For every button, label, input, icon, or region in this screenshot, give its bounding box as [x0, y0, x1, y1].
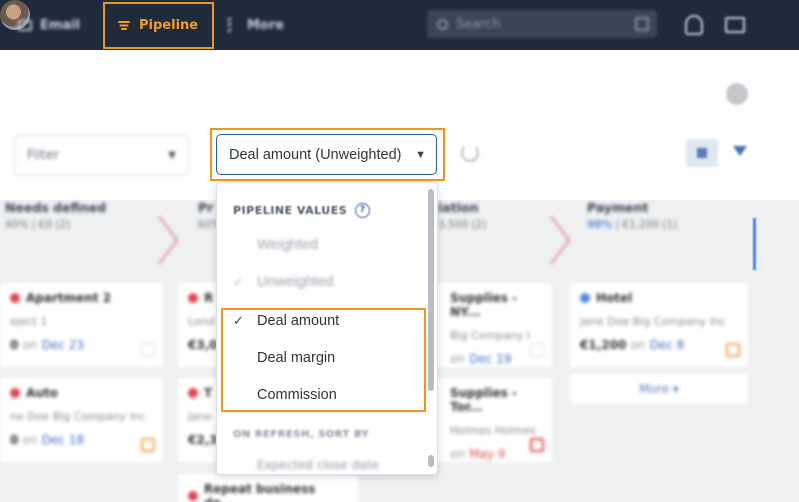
email-icon — [18, 19, 32, 31]
caret-down-icon: ▼ — [415, 148, 426, 161]
highlight-frame — [221, 308, 426, 412]
dropdown-scrollbar-end[interactable] — [428, 455, 434, 467]
checkbox-icon[interactable] — [530, 343, 544, 357]
overdue-activity-icon[interactable] — [530, 438, 544, 452]
graduation-cap-icon[interactable] — [725, 17, 745, 33]
filter-select[interactable]: Filter ▼ — [14, 135, 189, 175]
option-label: Weighted — [257, 237, 318, 253]
status-dot-icon — [580, 293, 590, 303]
deal-card[interactable]: Repeat business de... — [178, 474, 358, 502]
filter-select-label: Filter — [27, 147, 60, 163]
more-vertical-icon — [228, 18, 231, 32]
status-dot-icon — [188, 293, 198, 303]
more-deals-link[interactable]: More ▾ — [570, 374, 748, 404]
stage-header: iation 3,500 (2) — [438, 200, 486, 270]
board-scrollbar[interactable] — [753, 218, 756, 270]
deal-card[interactable]: Apartment 2 oject 1 0 on Dec 23 — [0, 283, 163, 367]
status-dot-icon — [188, 491, 198, 501]
filter-funnel-icon[interactable] — [733, 146, 747, 156]
funnel-icon — [118, 20, 130, 30]
stage-title: iation — [438, 200, 479, 215]
search-input[interactable]: Search — [427, 10, 657, 38]
search-placeholder: Search — [456, 16, 501, 32]
nav-pipeline-label: Pipeline — [139, 18, 199, 33]
caret-down-icon: ▼ — [168, 149, 176, 161]
settings-icon[interactable] — [726, 83, 748, 105]
stage-header: Payment 90% | €1,200 (1) — [587, 200, 677, 270]
nav-more[interactable]: More — [228, 0, 284, 50]
nav-email[interactable]: Email — [18, 0, 80, 50]
stage-summary: 40% | €0 (2) — [5, 219, 71, 231]
nav-more-label: More — [247, 17, 285, 33]
nav-pipeline[interactable]: Pipeline — [103, 2, 214, 49]
stage-title: Payment — [587, 200, 649, 215]
bell-icon[interactable] — [685, 15, 703, 35]
activity-warning-icon[interactable] — [726, 343, 740, 357]
status-dot-icon — [188, 388, 198, 398]
dropdown-scrollbar[interactable] — [428, 189, 434, 391]
check-icon: ✓ — [233, 274, 244, 289]
stage-chevron — [552, 212, 566, 256]
status-dot-icon — [10, 388, 20, 398]
board-view-button[interactable] — [686, 139, 718, 167]
sort-section-header: ON REFRESH, SORT BY — [233, 429, 370, 440]
dropdown-section-header: PIPELINE VALUES ? — [233, 203, 371, 218]
help-icon[interactable]: ? — [355, 203, 371, 218]
stage-header: Needs defined 40% | €0 (2) — [5, 200, 106, 270]
option-unweighted[interactable]: ✓ Unweighted — [233, 267, 423, 297]
deal-card[interactable]: Hotel Jane Doe Big Company Inc €1,200 on… — [570, 283, 748, 367]
option-weighted[interactable]: Weighted — [233, 230, 423, 260]
nav-email-label: Email — [40, 17, 81, 33]
pipeline-values-select[interactable]: Deal amount (Unweighted) ▼ — [216, 134, 437, 175]
search-shortcut-icon — [635, 17, 649, 31]
sort-option[interactable]: Expected close date — [257, 458, 379, 472]
activity-warning-icon[interactable] — [141, 438, 155, 452]
stage-summary: 3,500 (2) — [438, 219, 487, 231]
status-dot-icon — [10, 293, 20, 303]
option-label: Unweighted — [257, 274, 334, 290]
checkbox-icon[interactable] — [141, 343, 155, 357]
pipeline-values-select-label: Deal amount (Unweighted) — [229, 146, 402, 163]
top-navigation-bar: Email Pipeline More Search — [0, 0, 799, 50]
stage-title: Needs defined — [5, 200, 107, 215]
search-icon — [437, 18, 448, 30]
stage-summary: 90% | €1,200 (1) — [587, 219, 678, 231]
stage-chevron — [160, 212, 174, 256]
refresh-icon[interactable] — [461, 144, 479, 162]
deal-card[interactable]: Auto ne Doe Big Company Inc 0 on Dec 18 — [0, 378, 163, 462]
